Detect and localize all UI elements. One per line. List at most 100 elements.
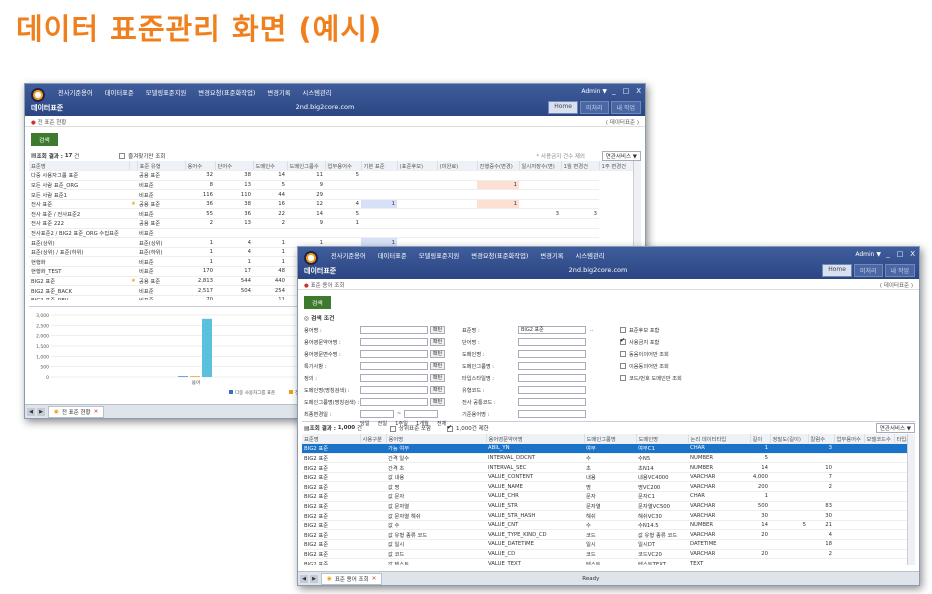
menu-item[interactable]: 변경기록 — [267, 88, 290, 97]
table-row[interactable]: BIG2 표준 값 텍스트 VALUE_TEXT 텍스트 텍스트TEXT TEXT — [302, 558, 908, 565]
match-select[interactable]: 패턴 — [430, 374, 446, 382]
search-input[interactable] — [360, 338, 428, 346]
column-header[interactable]: 단어수 — [215, 161, 254, 172]
column-header[interactable]: 표준명 — [302, 434, 361, 445]
option-checkbox[interactable] — [620, 351, 626, 357]
menu-item[interactable]: 데이터표준 — [378, 251, 407, 260]
user-menu[interactable]: Admin ▼ — [581, 88, 607, 95]
table-row[interactable]: 모든 사람 표준_ORG 비표준 8 13 5 9 1 — [29, 180, 637, 191]
match-select[interactable]: 패턴 — [430, 362, 446, 370]
table-row[interactable]: 전사 표준 222 공용 표준 2 13 2 9 1 — [29, 218, 637, 229]
column-header[interactable]: 1월 변경건 — [561, 161, 600, 172]
column-header[interactable]: 1주 변경건 — [599, 161, 638, 172]
table-scrollbar[interactable] — [907, 434, 915, 565]
top-tab[interactable]: 미처리 — [853, 264, 883, 277]
top-tabs[interactable]: Home 미처리 내 작업 — [822, 264, 915, 277]
menu-item[interactable]: 변경요청(표준화작업) — [471, 251, 528, 260]
search-input[interactable] — [518, 386, 586, 394]
match-select[interactable]: 패턴 — [430, 386, 446, 394]
menu-item[interactable]: 변경기록 — [540, 251, 563, 260]
table-row[interactable]: BIG2 표준 간격 초 INTERVAL_SEC 초 초N14 NUMBER 14 10 — [302, 462, 908, 473]
search-input[interactable] — [518, 338, 586, 346]
search-input[interactable] — [360, 374, 428, 382]
column-header[interactable]: 업무용어수 — [834, 434, 865, 445]
table-row[interactable]: 전사표준2 / BIG2 표준_ORG 수집표준 비표준 — [29, 228, 637, 239]
table-row[interactable]: 전사 표준 ★ 공용 표준 36 38 16 12 4 1 1 — [29, 199, 637, 210]
column-header[interactable]: 도메인그룹명 — [584, 434, 637, 445]
option-checkbox[interactable] — [620, 375, 626, 381]
column-header[interactable]: 도메인그룹수 — [287, 161, 326, 172]
match-select[interactable]: 패턴 — [430, 338, 446, 346]
column-header[interactable]: 용어영문약어명 — [486, 434, 585, 445]
search-input[interactable] — [518, 398, 586, 406]
table-row[interactable]: BIG2 표준 값 문자열 VALUE_STR 문자열 문자열VC500 VARCHAR 5… — [302, 501, 908, 512]
option-checkbox[interactable] — [620, 363, 626, 369]
column-header[interactable]: 일시저장수(변) — [519, 161, 562, 172]
table-row[interactable]: BIG2 표준 값 유형 종류 코드 VALUE_TYPE_KIND_CD 코드 값 유… — [302, 529, 908, 541]
favorites-checkbox[interactable] — [119, 153, 126, 159]
search-input[interactable]: BIG2 표준 — [518, 326, 586, 334]
date-to-input[interactable] — [404, 410, 439, 418]
column-header[interactable]: 칼럼수 — [808, 434, 835, 445]
prev-tab-icon[interactable]: ◀ — [300, 574, 308, 583]
match-select[interactable]: 패턴 — [430, 350, 446, 358]
top-tab[interactable]: Home — [822, 264, 852, 277]
search-input[interactable] — [360, 362, 428, 370]
search-input[interactable] — [360, 326, 428, 334]
top-tab[interactable]: 내 작업 — [610, 101, 641, 114]
table-row[interactable]: 다중 사용자그룹 표준 공용 표준 32 38 14 11 5 — [29, 170, 637, 181]
column-header[interactable]: 도메인수 — [253, 161, 288, 172]
table-row[interactable]: BIG2 표준 값 수 VALUE_CNT 수 수N14.5 NUMBER 14 5 21 — [302, 520, 908, 531]
menu-item[interactable]: 모델링표준지원 — [419, 251, 460, 260]
search-input[interactable] — [360, 386, 428, 394]
next-tab-icon[interactable]: ▶ — [310, 574, 318, 583]
top-tab[interactable]: 미처리 — [579, 101, 609, 114]
tab-term-search[interactable]: ◉ 표준 용어 조회 ✕ — [321, 572, 383, 585]
table-row[interactable]: BIG2 표준 값 명 VALUE_NAME 명 명VC200 VARCHAR 200 2 — [302, 481, 908, 493]
table-row[interactable]: BIG2 표준 값 내용 VALUE_CONTENT 내용 내용VC4000 VARCHA… — [302, 472, 908, 483]
top-tab[interactable]: Home — [548, 101, 578, 114]
table-row[interactable]: BIG2 표준 값 문자열 해쉬 VALUE_STR_HASH 해쉬 해쉬VC30 VAR… — [302, 510, 908, 521]
column-header[interactable]: 기본 표준 — [361, 161, 398, 172]
upper-standard-checkbox[interactable] — [389, 425, 396, 432]
match-select[interactable]: 패턴 — [430, 398, 446, 406]
table-row[interactable]: BIG2 표준 가능 여부 ABIL_YN 여부 여부C1 CHAR 1 3 — [302, 443, 908, 454]
top-tabs[interactable]: Home 미처리 내 작업 — [548, 101, 641, 114]
column-header[interactable]: 용어수 — [185, 161, 216, 172]
table-row[interactable]: 전사 표준 / 전사표준2 비표준 55 36 22 14 5 3 3 — [29, 208, 637, 220]
prev-tab-icon[interactable]: ◀ — [27, 407, 35, 416]
table-row[interactable]: BIG2 표준 값 문자 VALUE_CHR 문자 문자C1 CHAR 1 — [302, 491, 908, 502]
search-button[interactable]: 검색 — [304, 296, 331, 309]
column-header[interactable]: 모델코드수 — [864, 434, 895, 445]
search-input[interactable] — [518, 362, 586, 370]
lookup-button[interactable]: .. — [590, 327, 593, 333]
table-row[interactable]: 모든 사람 표준1 비표준 116 110 44 29 — [29, 189, 637, 200]
column-header[interactable]: 용어명 — [386, 434, 487, 445]
column-header[interactable]: 업무용어수 — [325, 161, 362, 172]
user-menu[interactable]: Admin ▼ — [855, 251, 881, 258]
menu-item[interactable]: 시스템관리 — [576, 251, 605, 260]
search-input[interactable] — [518, 410, 586, 418]
column-header[interactable]: 길이 — [750, 434, 771, 445]
column-header[interactable]: 진행중수(변경) — [477, 161, 520, 172]
column-header[interactable]: 표준명 — [29, 161, 130, 172]
option-checkbox[interactable] — [620, 327, 626, 333]
window-controls[interactable]: _ □ X — [886, 250, 915, 258]
related-service-dropdown[interactable]: 연관서비스 ▼ — [875, 423, 915, 433]
column-header[interactable]: (미완료) — [437, 161, 478, 172]
date-from-input[interactable] — [360, 410, 394, 418]
column-header[interactable]: 타입스타일명 — [894, 434, 909, 445]
menu-item[interactable]: 전사기준용어 — [331, 251, 366, 260]
menu-item[interactable]: 모델링표준지원 — [146, 88, 187, 97]
table-row[interactable]: BIG2 표준 값 일시 VALUE_DATETIME 일시 일시DT DATETIME 1… — [302, 539, 908, 550]
related-service-dropdown[interactable]: 연관서비스 ▼ — [601, 150, 641, 161]
tab-standard-status[interactable]: ◉ 전 표준 현황 ✕ — [48, 405, 105, 418]
search-input[interactable] — [518, 374, 586, 382]
column-header[interactable]: 표준 유형 — [137, 161, 186, 172]
search-button[interactable]: 검색 — [31, 133, 58, 146]
menu-item[interactable]: 데이터표준 — [105, 88, 134, 97]
menu-item[interactable]: 변경요청(표준화작업) — [198, 88, 255, 97]
top-tab[interactable]: 내 작업 — [884, 264, 915, 277]
search-input[interactable] — [360, 350, 428, 358]
window-controls[interactable]: _ □ X — [612, 87, 641, 95]
